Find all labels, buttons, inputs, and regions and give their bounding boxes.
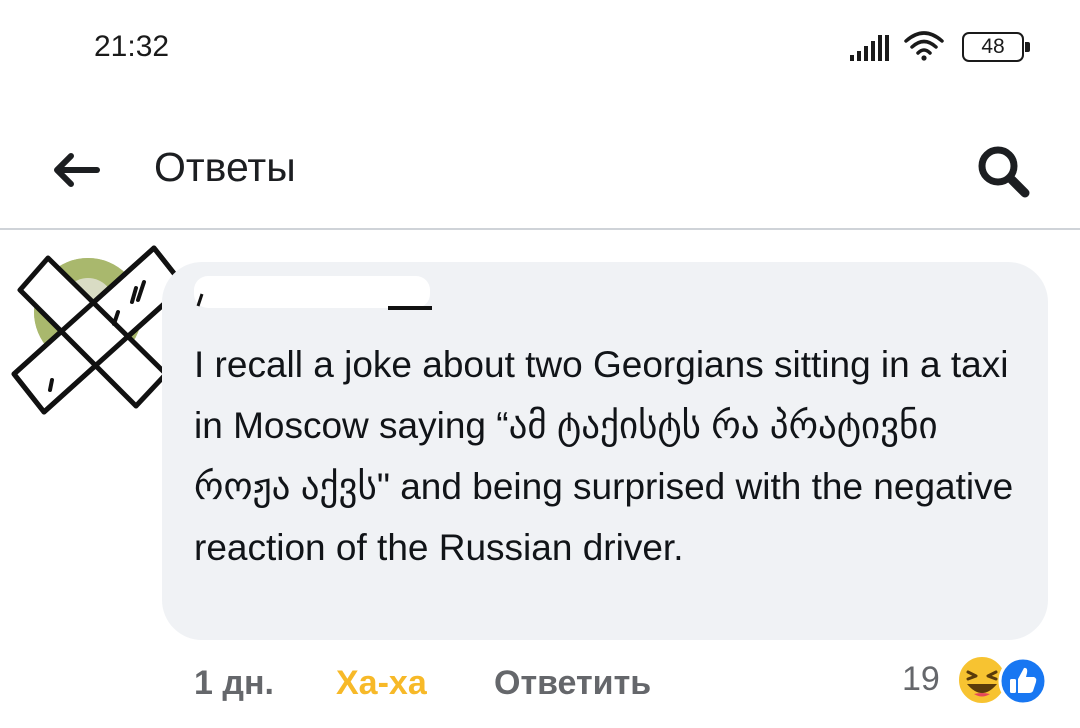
status-time: 21:32	[94, 30, 170, 63]
wifi-icon	[904, 31, 944, 61]
comment-text: I recall a joke about two Georgians sitt…	[194, 344, 1014, 568]
header-divider	[0, 228, 1080, 230]
arrow-left-icon	[54, 153, 100, 187]
status-bar: 21:32 48	[0, 0, 1080, 100]
replies-screen: 21:32 48 Ответы I recall a joke about tw…	[0, 0, 1080, 728]
search-icon	[978, 146, 1030, 198]
top-app-bar: Ответы	[0, 110, 1080, 228]
author-redaction	[194, 276, 432, 310]
comment-timestamp[interactable]: 1 дн.	[194, 664, 274, 703]
reaction-count[interactable]: 19	[902, 660, 940, 699]
battery-icon: 48	[962, 32, 1030, 62]
signal-icon	[850, 35, 889, 61]
reply-button[interactable]: Ответить	[494, 664, 651, 703]
page-title: Ответы	[154, 144, 296, 190]
back-button[interactable]	[44, 140, 108, 200]
comment-actions: 1 дн. Ха-ха Ответить 19	[0, 650, 1080, 720]
search-button[interactable]	[968, 136, 1038, 206]
battery-level: 48	[981, 35, 1005, 58]
reaction-button[interactable]: Ха-ха	[336, 664, 427, 703]
like-icon[interactable]	[998, 656, 1048, 706]
battery-nub	[1025, 42, 1030, 52]
